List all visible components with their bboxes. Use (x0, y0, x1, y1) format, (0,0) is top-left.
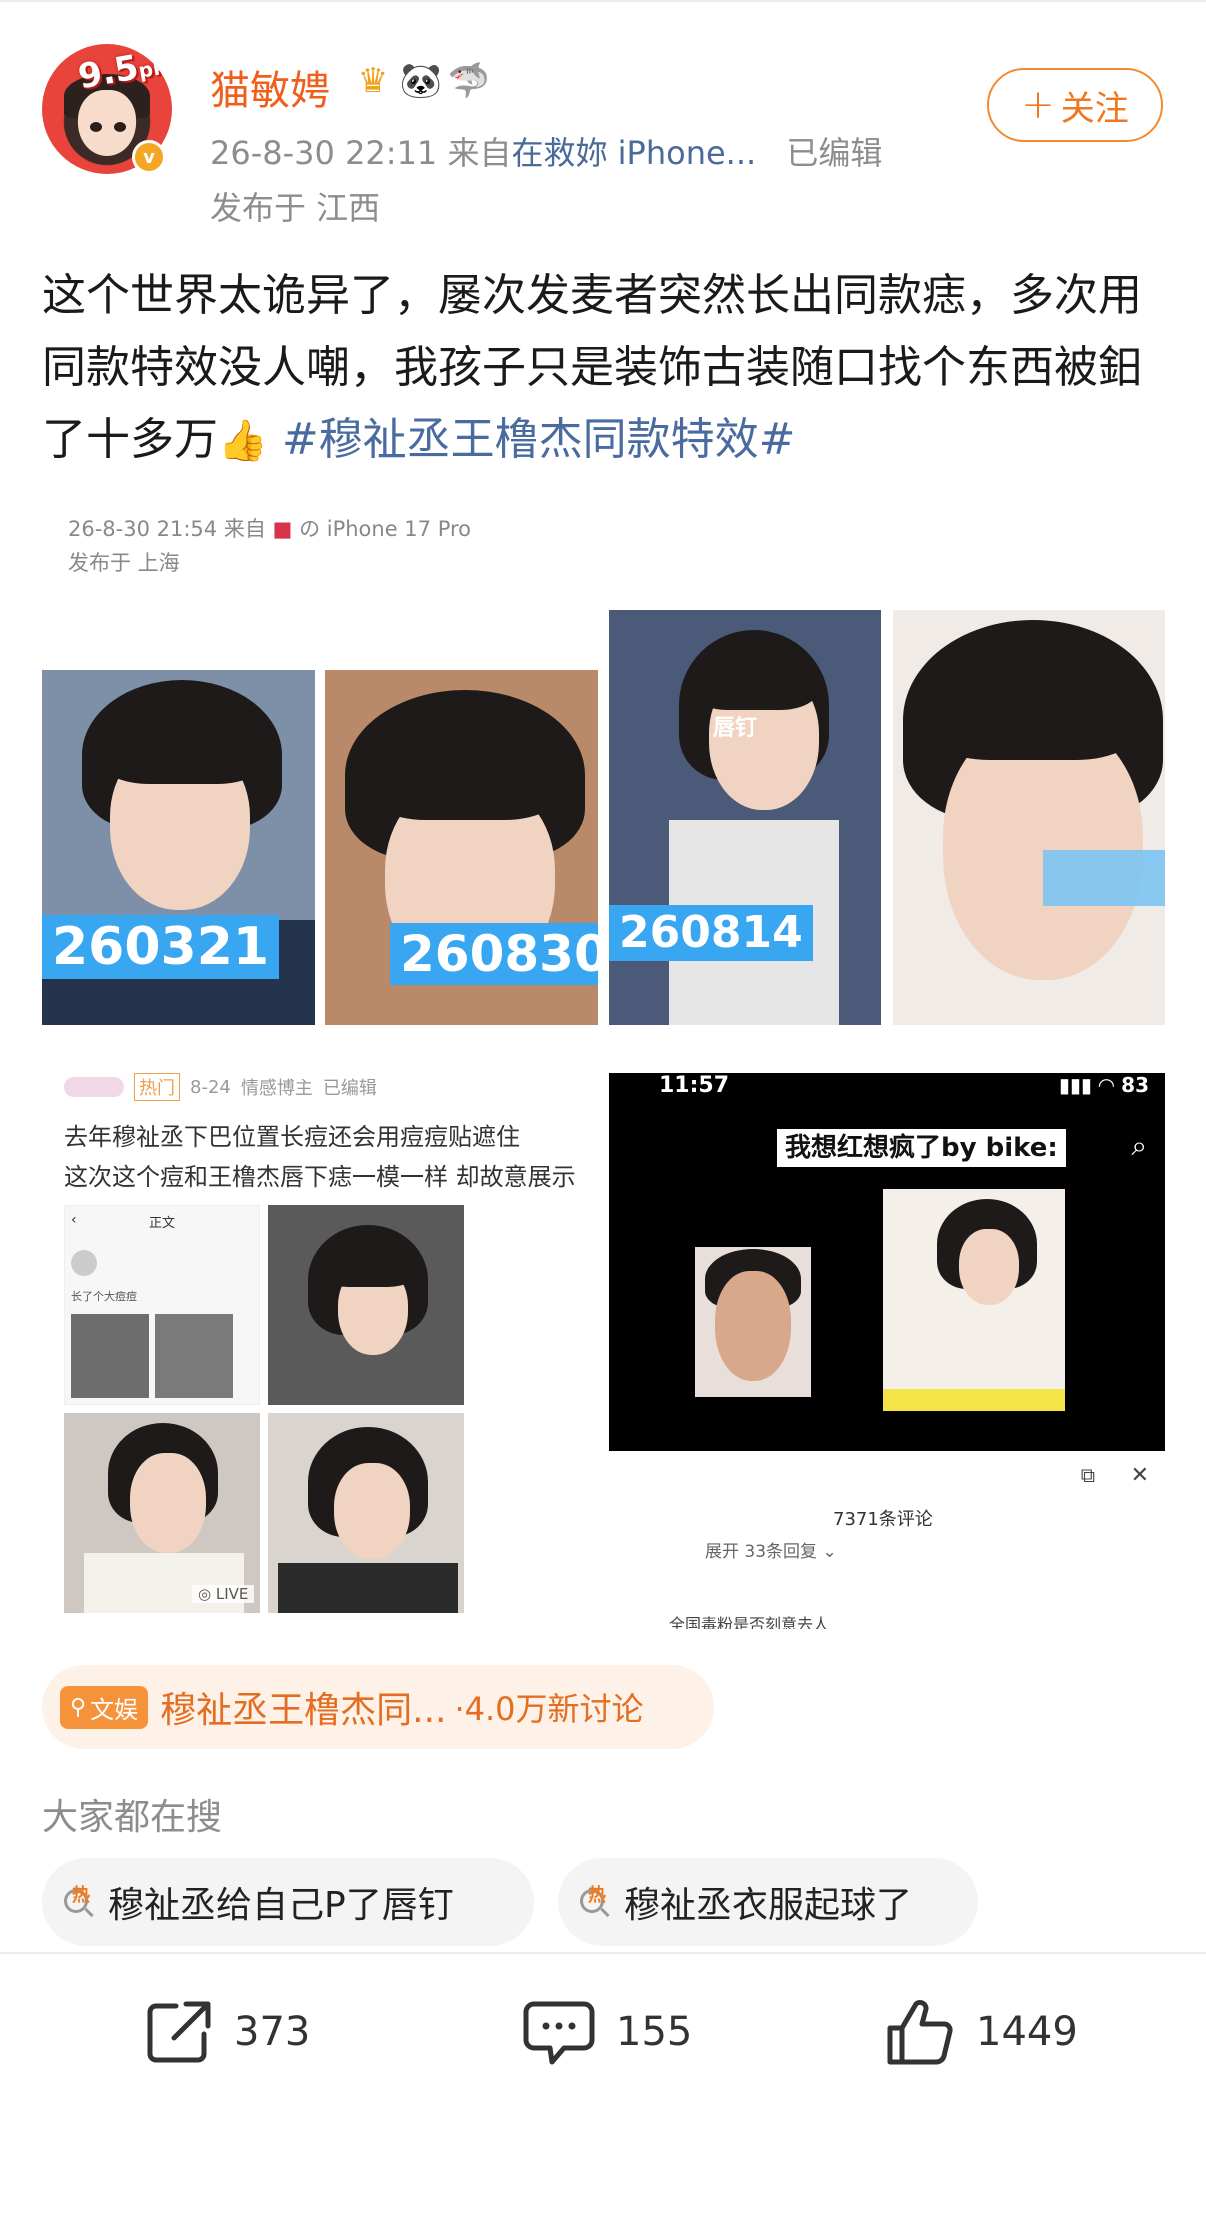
like-button[interactable]: 1449 (882, 1990, 1078, 2074)
img1-meta-location: 发布于 上海 (68, 551, 180, 575)
thumbs-up-icon: 👍 (218, 418, 268, 464)
comments-panel: ⧉ ✕ 7371条评论 展开 33条回复 ⌄ 全国毒粉是否刻意去人 (609, 1451, 1165, 1629)
status-time: 11:57 (659, 1073, 730, 1098)
img1-meta-time: 26-8-30 21:54 来自 (68, 517, 266, 541)
img1-label-left: 260321 (42, 915, 280, 979)
thumb-white-shirt (64, 1413, 260, 1613)
hot-search-icon: 热 (578, 1885, 612, 1919)
action-divider (0, 1952, 1206, 1954)
thumb-live-photo (268, 1413, 464, 1613)
share-icon (147, 2001, 211, 2063)
user-badges: ♛ 🐼 🦈 (352, 60, 490, 102)
video-screenshot: 11:57 ▮▮▮ ◠ 83 我想红想疯了by bike: ⌕ (609, 1073, 1165, 1451)
panda-icon[interactable]: 🐼 (400, 60, 442, 102)
follow-button[interactable]: + 关注 (987, 68, 1163, 142)
hot-search-icon: 热 (62, 1885, 96, 1919)
img1-label-right: 260830 (390, 923, 598, 985)
cut-comment: 全国毒粉是否刻意去人 (669, 1615, 830, 1629)
close-icon[interactable]: ✕ (1131, 1463, 1149, 1488)
video-caption: 我想红想疯了by bike: (777, 1129, 1066, 1167)
like-count: 1449 (976, 2009, 1078, 2055)
search-chip-1[interactable]: 热 穆祉丞给自己P了唇钉 (42, 1858, 534, 1946)
comment-button[interactable]: 155 (520, 1990, 692, 2074)
photo-selfie (893, 610, 1165, 1025)
img3-date: 8-24 (190, 1076, 231, 1098)
top-divider (0, 0, 1206, 2)
source-link[interactable]: 在救妳 iPhone... (511, 134, 756, 172)
search-chip-2[interactable]: 热 穆祉丞衣服起球了 (558, 1858, 978, 1946)
post-image-1[interactable]: 26-8-30 21:54 来自 ■ の iPhone 17 Pro 发布于 上… (42, 505, 598, 1025)
img3-line1: 去年穆祉丞下巴位置长痘还会用痘痘贴遮住 (64, 1123, 520, 1151)
live-label: ◎ LIVE (192, 1585, 255, 1603)
topic-tag: ⚲ 文娱 (60, 1685, 149, 1729)
search-icon: ⚲ (70, 1694, 87, 1720)
thumb-dark-portrait (268, 1205, 464, 1405)
topic-count: ·4.0万新讨论 (454, 1690, 644, 1728)
post-image-4[interactable]: 11:57 ▮▮▮ ◠ 83 我想红想疯了by bike: ⌕ ⧉ ✕ 7371… (609, 1073, 1165, 1629)
thumbs-up-icon (887, 2000, 953, 2065)
post-timestamp: 26-8-30 22:11 (210, 134, 438, 172)
shark-icon[interactable]: 🦈 (448, 60, 490, 102)
post-hashtag[interactable]: #穆祉丞王橹杰同款特效# (282, 414, 796, 465)
live-icon: ◎ (198, 1585, 212, 1603)
topic-pill[interactable]: ⚲ 文娱 穆祉丞王橹杰同... ·4.0万新讨论 (42, 1665, 714, 1749)
status-battery: ▮▮▮ ◠ 83 (1058, 1073, 1149, 1097)
follow-label: 关注 (1060, 88, 1129, 129)
img2-overlay-text: 唇钉 (713, 716, 758, 741)
search-section-label: 大家都在搜 (42, 1797, 223, 1838)
avatar-badge: 9.5pk (75, 47, 168, 98)
comment-icon (523, 2001, 595, 2065)
photo-stage: 唇钉 (609, 610, 881, 1025)
search-icon: ⌕ (1131, 1129, 1147, 1162)
expand-replies[interactable]: 展开 33条回复 ⌄ (705, 1537, 837, 1562)
plus-icon: + (1021, 82, 1055, 128)
username[interactable]: 猫敏娉 (210, 58, 330, 116)
heart-flag-icon: ■ (272, 517, 293, 541)
img2-label: 260814 (609, 905, 813, 961)
img3-line2: 这次这个痘和王橹杰唇下痣一模一样 却故意展示 (64, 1163, 576, 1191)
inner-screenshot: ‹ 正文 长了个大痘痘 (64, 1205, 260, 1405)
img3-edited: 已编辑 (322, 1078, 377, 1099)
verified-badge-icon: v (132, 140, 166, 174)
search-chip-2-label: 穆祉丞衣服起球了 (624, 1885, 913, 1926)
hot-tag: 热门 (134, 1073, 180, 1101)
comments-count: 7371条评论 (833, 1509, 933, 1530)
post-location: 发布于 江西 (210, 189, 381, 227)
pip-icon[interactable]: ⧉ (1081, 1463, 1095, 1487)
img3-role: 情感博主 (240, 1078, 313, 1099)
crown-icon[interactable]: ♛ (352, 60, 394, 102)
source-prefix: 来自 (447, 134, 512, 172)
post-image-3[interactable]: 热门 8-24 情感博主 已编辑 去年穆祉丞下巴位置长痘还会用痘痘贴遮住 这次这… (42, 1073, 598, 1629)
topic-tag-label: 文娱 (90, 1695, 139, 1724)
post-text: 这个世界太诡异了，屡次发麦者突然长出同款痣，多次用同款特效没人嘲，我孩子只是装饰… (42, 260, 1167, 477)
topic-title: 穆祉丞王橹杰同... (160, 1690, 447, 1731)
post-image-2[interactable]: 唇钉 260814 (609, 505, 1165, 1025)
search-chip-1-label: 穆祉丞给自己P了唇钉 (108, 1885, 454, 1926)
comment-count: 155 (616, 2009, 693, 2055)
edited-label[interactable]: 已编辑 (786, 134, 882, 172)
post-meta: 26-8-30 22:11 来自在救妳 iPhone... 已编辑 (210, 128, 882, 174)
img1-meta-device: の iPhone 17 Pro (299, 517, 472, 541)
share-count: 373 (234, 2009, 311, 2055)
share-button[interactable]: 373 (140, 1990, 310, 2074)
